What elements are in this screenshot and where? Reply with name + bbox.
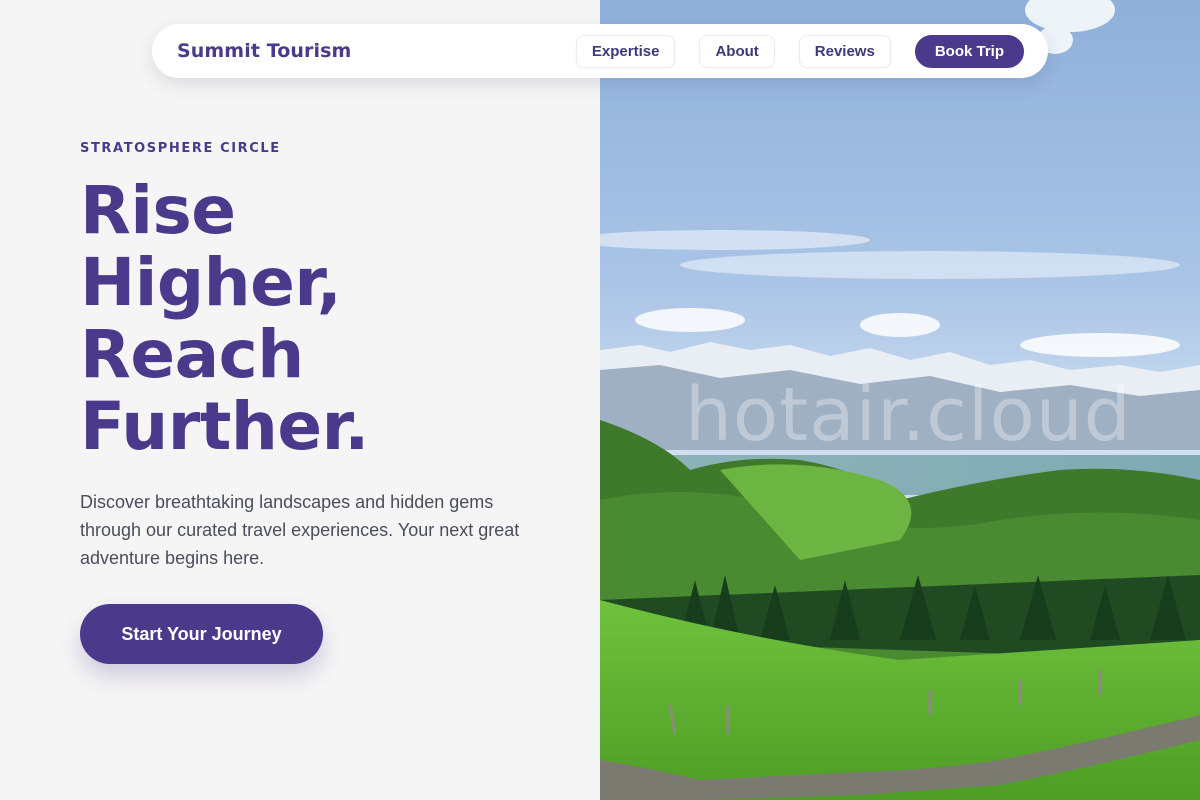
top-navbar: Summit Tourism Expertise About Reviews B… [152,24,1048,78]
hero-title-line: Rise [80,172,236,249]
nav-reviews-button[interactable]: Reviews [798,34,891,68]
nav-about-button[interactable]: About [699,34,775,68]
book-trip-button[interactable]: Book Trip [914,34,1024,68]
watermark-text: hotair.cloud [685,372,1132,458]
hero-title-line: Reach [80,316,304,393]
hero-kicker: STRATOSPHERE CIRCLE [80,141,281,156]
hero-title: Rise Higher, Reach Further. [80,175,560,463]
hero-description: Discover breathtaking landscapes and hid… [80,492,520,568]
nav-links: Expertise About Reviews Book Trip [552,34,1024,68]
nav-expertise-button[interactable]: Expertise [575,34,676,68]
start-journey-button[interactable]: Start Your Journey [80,604,323,664]
brand-logo[interactable]: Summit Tourism [177,40,351,62]
hero-title-line: Higher, [80,244,342,321]
hero-title-line: Further. [80,388,369,465]
